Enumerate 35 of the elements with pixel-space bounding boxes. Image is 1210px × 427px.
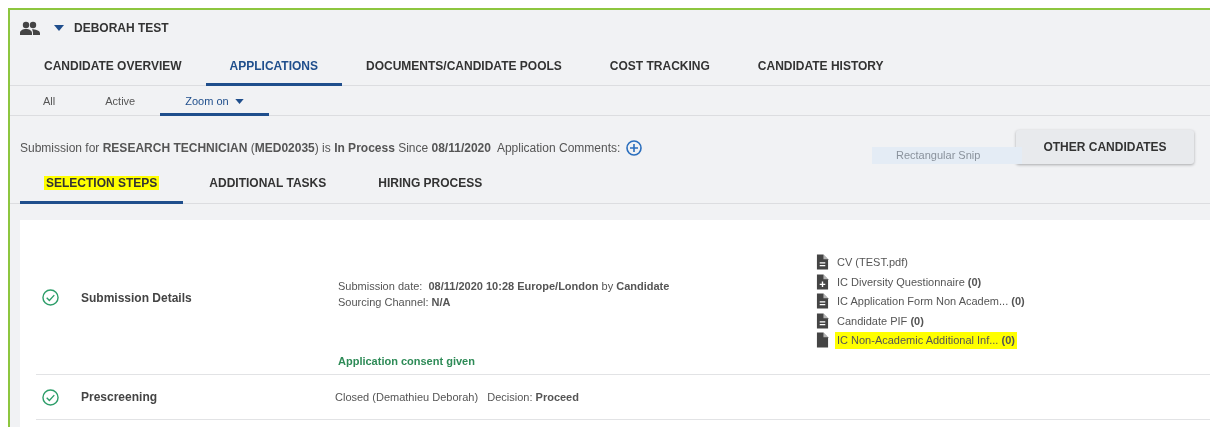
step-tab[interactable]: ADDITIONAL TASKS	[183, 164, 353, 204]
snip-tooltip: Rectangular Snip	[872, 147, 1022, 164]
nav-tab[interactable]: CANDIDATE OVERVIEW	[20, 46, 206, 86]
document-icon	[816, 254, 829, 271]
filter-tab[interactable]: All	[18, 86, 81, 116]
document-icon	[816, 312, 829, 329]
step-detail: Closed (Demathieu Deborah) Decision: Proceed	[335, 390, 580, 405]
people-icon	[20, 21, 40, 35]
document-link[interactable]: IC Diversity Questionnaire (0)	[835, 273, 984, 290]
step-tab[interactable]: SELECTION STEPS	[20, 164, 184, 204]
document-link[interactable]: IC Application Form Non Academ... (0)	[835, 293, 1027, 310]
step-tab[interactable]: HIRING PROCESS	[352, 164, 509, 204]
document-link[interactable]: CV (TEST.pdf)	[835, 254, 910, 271]
submission-summary: Submission for RESEARCH TECHNICIAN (MED02035) is In Process Since 08/11/2020	[20, 140, 491, 157]
step-detail: Submission date: 08/11/2020 10:28 Europe/London by Candidate	[338, 279, 671, 294]
nav-tab[interactable]: CANDIDATE HISTORY	[733, 46, 908, 86]
filter-tab[interactable]: Active	[80, 86, 161, 116]
caret-icon[interactable]	[54, 25, 64, 31]
document-link[interactable]: IC Non-Academic Additional Inf... (0)	[835, 332, 1017, 349]
document-link[interactable]: Candidate PIF (0)	[835, 312, 926, 329]
filter-tab[interactable]: Zoom on	[160, 86, 269, 116]
nav-tab[interactable]: COST TRACKING	[585, 46, 734, 86]
step-name: Submission Details	[81, 289, 192, 307]
nav-tab[interactable]: APPLICATIONS	[205, 46, 343, 86]
step-detail: Sourcing Channel: N/A	[338, 295, 452, 310]
step-name: Prescreening	[81, 389, 158, 406]
consent-status: Application consent given	[338, 353, 476, 369]
candidate-name: DEBORAH TEST	[74, 20, 169, 37]
comments-label: Application Comments:	[496, 140, 621, 157]
add-comment-icon[interactable]	[626, 140, 643, 156]
document-icon	[816, 293, 829, 310]
blank-document-icon	[816, 332, 829, 349]
document-plus-icon	[816, 273, 829, 290]
nav-tab[interactable]: DOCUMENTS/CANDIDATE POOLS	[342, 46, 586, 86]
other-candidates-button[interactable]: OTHER CANDIDATES	[1016, 130, 1194, 164]
